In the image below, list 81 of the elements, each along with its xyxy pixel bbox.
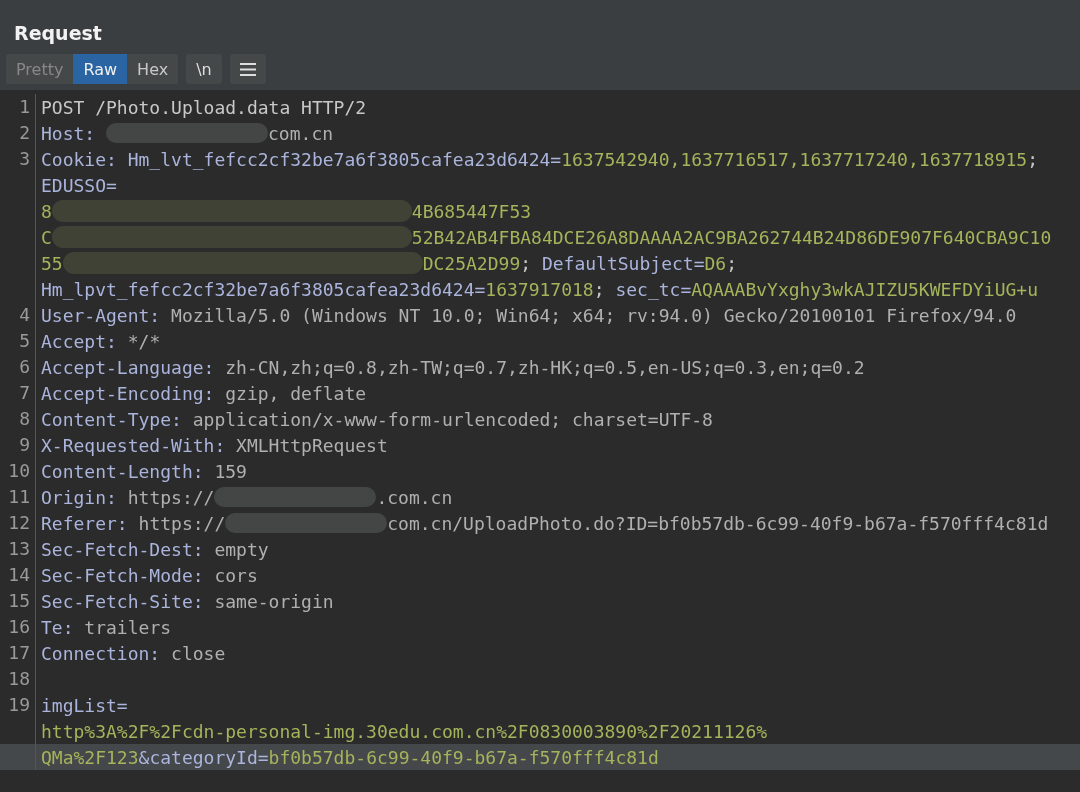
code-text: Accept: <box>41 330 118 352</box>
code-text: .com.cn <box>376 486 453 508</box>
code-text: 4B685447F53 <box>411 200 532 222</box>
code-text: Hm_lpvt_fefcc2cf32be7a6f3805cafea23d6424= <box>41 278 486 300</box>
line-number: 18 <box>0 666 36 692</box>
code-text: gzip, deflate <box>225 382 367 404</box>
code-text: 1637917018 <box>485 278 594 300</box>
menu-icon <box>239 62 256 76</box>
menu-button[interactable] <box>229 54 266 84</box>
code-text: Origin: <box>41 486 118 508</box>
code-text: imgList= <box>41 694 128 716</box>
line-number: 11 <box>0 484 36 510</box>
code-text: Host: <box>41 122 97 144</box>
code-text: same-origin <box>214 590 334 612</box>
code-text: Content-Length: <box>41 460 205 482</box>
code-text: http%3A%2F%2Fcdn-personal-img.30edu.com.cn%2F0830003890%2F20211126% <box>41 720 768 742</box>
code-text: application/x-www-form-urlencoded; charset=UTF-8 <box>192 408 713 430</box>
code-text: https:// <box>127 486 215 508</box>
code-text: &categoryId= <box>138 746 269 768</box>
code-text: bf0b57db-6c99-40f9-b67a-f570fff4c81d <box>268 746 659 768</box>
line-number: 9 <box>0 432 36 458</box>
code-text: EDUSSO= <box>41 174 117 196</box>
code-text: 1637542940,1637716517,1637717240,1637718915 <box>561 148 1028 170</box>
line-number: 3 <box>0 146 36 172</box>
code-text: AQAAABvYxghy3wkAJIZU5KWEFDYiUG+u <box>691 278 1039 300</box>
code-text: Te: <box>41 616 75 638</box>
code-text: D6 <box>704 252 727 274</box>
code-text: 52B42AB4FBA84DCE26A8DAAAA2AC9BA262744B24D86DE907F640CBA9C10 <box>411 226 1052 248</box>
line-number: 17 <box>0 640 36 666</box>
view-tab[interactable]: Raw <box>73 54 128 84</box>
line-number: 8 <box>0 406 36 432</box>
line-number: 16 <box>0 614 36 640</box>
code-text: DefaultSubject= <box>541 252 705 274</box>
code-text: */* <box>127 330 161 352</box>
code-text: cors <box>214 564 258 586</box>
line-number: 14 <box>0 562 36 588</box>
code-text: ; <box>1027 148 1038 170</box>
code-text: com.cn <box>268 122 334 144</box>
code-text: POST /Photo.Upload.data HTTP/2 <box>41 96 367 118</box>
code-text: ; <box>593 278 606 300</box>
line-number: 2 <box>0 120 36 146</box>
code-text: DC25A2D99 <box>422 252 521 274</box>
code-text: User-Agent: <box>41 304 162 326</box>
code-text: Mozilla/5.0 (Windows NT 10.0; Win64; x64; rv:94.0) Gecko/20100101 Firefox/94.0 <box>171 304 1017 326</box>
code-text: trailers <box>84 616 172 638</box>
line-number: 6 <box>0 354 36 380</box>
line-number: 10 <box>0 458 36 484</box>
line-number: 19 <box>0 692 36 718</box>
code-text: ; <box>726 252 737 274</box>
code-text: X-Requested-With: <box>41 434 227 456</box>
code-text: Accept-Encoding: <box>41 382 216 404</box>
code-text: https:// <box>138 512 226 534</box>
code-text: empty <box>214 538 269 560</box>
code-text: Content-Type: <box>41 408 183 430</box>
line-number: 12 <box>0 510 36 536</box>
line-number: 7 <box>0 380 36 406</box>
code-text: Accept-Language: <box>41 356 216 378</box>
panel-title: Request <box>14 21 103 46</box>
code-text: com.cn/UploadPhoto.do?ID=bf0b57db-6c99-40f9-b67a-f570fff4c81d <box>387 512 1049 534</box>
code-text: zh-CN,zh;q=0.8,zh-TW;q=0.7,zh-HK;q=0.5,en-US;q=0.3,en;q=0.2 <box>225 356 865 378</box>
code-text: Sec-Fetch-Mode: <box>41 564 205 586</box>
code-text: Sec-Fetch-Dest: <box>41 538 205 560</box>
line-number: 5 <box>0 328 36 354</box>
line-number: 1 <box>0 94 36 120</box>
code-text: Cookie: Hm_lvt_fefcc2cf32be7a6f3805cafea23d6424= <box>41 148 562 170</box>
newline-toggle[interactable]: \n <box>186 54 222 84</box>
code-text: sec_tc= <box>615 278 692 300</box>
code-text: close <box>171 642 226 664</box>
code-text: ; <box>520 252 533 274</box>
code-text: 159 <box>214 460 247 482</box>
code-text: Referer: <box>41 512 129 534</box>
code-text: QMa%2F123 <box>41 746 139 768</box>
code-text: C <box>41 226 52 248</box>
code-text: XMLHttpRequest <box>236 434 388 456</box>
line-number: 15 <box>0 588 36 614</box>
line-number: 4 <box>0 302 36 328</box>
code-text: 55 <box>41 252 63 274</box>
code-text: Sec-Fetch-Site: <box>41 590 205 612</box>
code-text: Connection: <box>41 642 162 664</box>
code-text: 8 <box>41 200 52 222</box>
line-number: 13 <box>0 536 36 562</box>
